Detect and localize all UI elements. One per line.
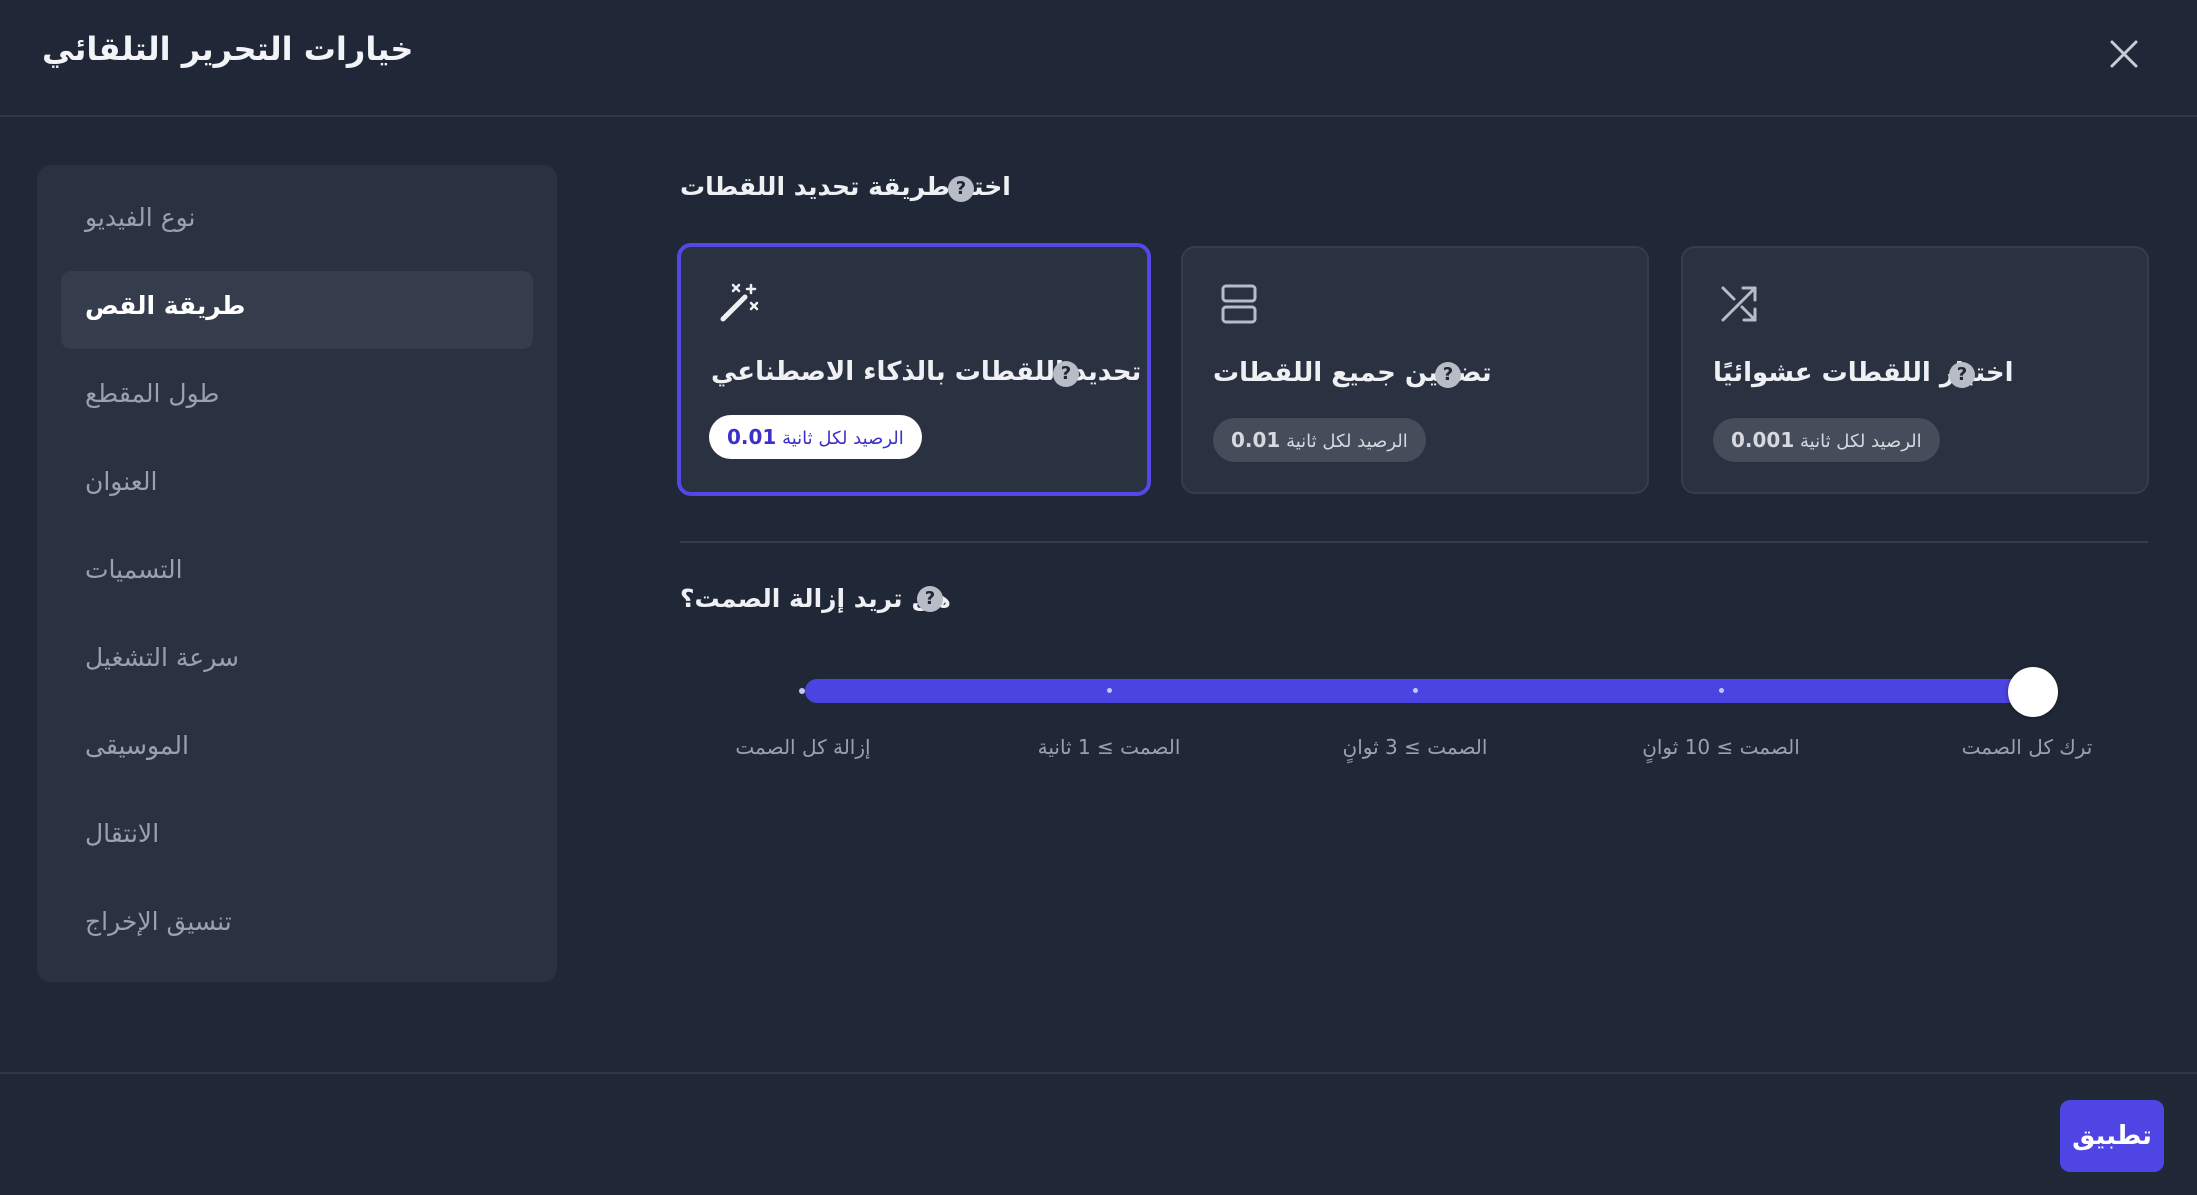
credit-badge: الرصيد لكل ثانية 0.001 <box>1713 418 1940 462</box>
option-help-icon[interactable]: ? <box>1053 361 1079 387</box>
settings-sidebar: نوع الفيديو طريقة القص طول المقطع العنوا… <box>37 165 557 982</box>
sidebar-item-label: طول المقطع <box>85 379 220 408</box>
slider-tick-dot <box>1719 688 1724 693</box>
option-include-all-clips[interactable]: تضمين جميع اللقطات ? الرصيد لكل ثانية 0.… <box>1181 246 1649 494</box>
silence-help-icon[interactable]: ? <box>917 586 943 612</box>
shuffle-icon <box>1721 286 1757 322</box>
clip-method-help-icon[interactable]: ? <box>948 176 974 202</box>
dialog-footer <box>0 1072 2197 1195</box>
option-help-icon[interactable]: ? <box>1949 362 1975 388</box>
sidebar-item-clip-method[interactable]: طريقة القص <box>61 271 533 349</box>
credit-badge: الرصيد لكل ثانية 0.01 <box>1213 418 1426 462</box>
sidebar-item-output-format[interactable]: تنسيق الإخراج <box>61 887 533 965</box>
silence-slider-track[interactable] <box>805 679 2033 703</box>
credit-badge-text: الرصيد لكل ثانية <box>1286 431 1408 452</box>
slider-tick-dot <box>1413 688 1418 693</box>
sidebar-item-label: تنسيق الإخراج <box>85 907 232 936</box>
sidebar-item-captions[interactable]: التسميات <box>61 535 533 613</box>
sidebar-item-label: طريقة القص <box>85 291 246 320</box>
credit-badge-value: 0.001 <box>1731 428 1795 452</box>
silence-title: هل تريد إزالة الصمت؟ <box>680 584 951 613</box>
section-divider <box>680 541 2148 543</box>
slider-tick-label[interactable]: الصمت ≥ 1 ثانية <box>1038 735 1181 759</box>
sidebar-item-transition[interactable]: الانتقال <box>61 799 533 877</box>
slider-tick-label[interactable]: ترك كل الصمت <box>1962 735 2093 759</box>
sidebar-item-title[interactable]: العنوان <box>61 447 533 525</box>
credit-badge: الرصيد لكل ثانية 0.01 <box>709 415 922 459</box>
close-button[interactable] <box>2100 30 2148 78</box>
sidebar-item-label: سرعة التشغيل <box>85 643 239 672</box>
slider-tick-label[interactable]: الصمت ≥ 10 ثوانٍ <box>1642 735 1800 759</box>
dialog-header: خيارات التحرير التلقائي <box>0 0 2197 117</box>
close-icon <box>2110 40 2138 68</box>
sidebar-item-label: الموسيقى <box>85 731 189 760</box>
silence-slider-thumb[interactable] <box>2008 667 2058 717</box>
sidebar-item-music[interactable]: الموسيقى <box>61 711 533 789</box>
rows-layout-icon <box>1221 284 1257 324</box>
sidebar-item-clip-length[interactable]: طول المقطع <box>61 359 533 437</box>
magic-wand-icon <box>720 283 759 322</box>
credit-badge-value: 0.01 <box>727 425 777 449</box>
sidebar-item-label: نوع الفيديو <box>85 203 196 232</box>
credit-badge-text: الرصيد لكل ثانية <box>1800 431 1922 452</box>
credit-badge-text: الرصيد لكل ثانية <box>782 428 904 449</box>
auto-edit-dialog: خيارات التحرير التلقائي نوع الفيديو طريق… <box>0 0 2197 1195</box>
sidebar-item-playback-speed[interactable]: سرعة التشغيل <box>61 623 533 701</box>
option-random-clips[interactable]: اختيار اللقطات عشوائيًا ? الرصيد لكل ثان… <box>1681 246 2149 494</box>
sidebar-item-label: العنوان <box>85 467 158 496</box>
sidebar-item-label: التسميات <box>85 555 183 584</box>
credit-badge-value: 0.01 <box>1231 428 1281 452</box>
option-ai-clips[interactable]: تحديد اللقطات بالذكاء الاصطناعي ? الرصيد… <box>677 243 1151 496</box>
slider-tick-label[interactable]: إزالة كل الصمت <box>735 735 870 759</box>
sidebar-item-label: الانتقال <box>85 819 160 848</box>
option-help-icon[interactable]: ? <box>1435 362 1461 388</box>
sidebar-item-video-type[interactable]: نوع الفيديو <box>61 183 533 261</box>
slider-tick-dot <box>1107 688 1112 693</box>
slider-tick-label[interactable]: الصمت ≥ 3 ثوانٍ <box>1343 735 1488 759</box>
apply-button[interactable]: تطبيق <box>2060 1100 2164 1172</box>
dialog-title: خيارات التحرير التلقائي <box>42 30 414 68</box>
